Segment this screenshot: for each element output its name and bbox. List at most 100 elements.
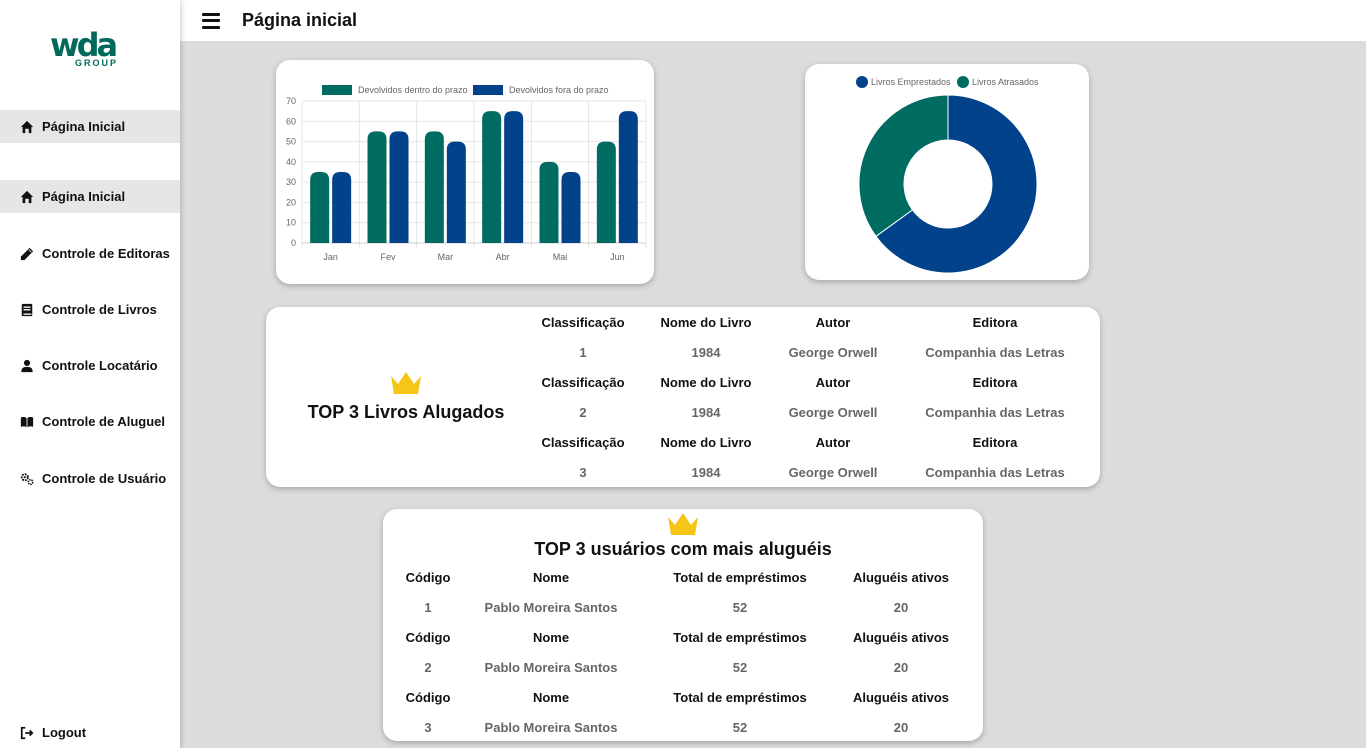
sidebar-item-home[interactable]: Página Inicial xyxy=(0,180,180,213)
table-header-cell: Classificação xyxy=(541,375,625,390)
table-cell: George Orwell xyxy=(788,345,878,360)
bar-chart: 0 10 20 30 40 50 60 70 Jan Fev Mar Abr Mai Jun Devolvi… xyxy=(286,85,647,262)
legend-swatch xyxy=(473,85,503,95)
bar[interactable] xyxy=(596,141,616,243)
sidebar-item-label: Controle de Usuário xyxy=(42,471,167,486)
bar[interactable] xyxy=(424,131,444,243)
top-users-card: TOP 3 usuários com mais aluguéis Código N… xyxy=(383,509,983,741)
y-tick-label: 40 xyxy=(286,157,296,167)
crown-icon xyxy=(391,372,421,394)
bar[interactable] xyxy=(332,172,352,243)
logo: wda GROUP xyxy=(50,29,130,70)
y-tick-label: 30 xyxy=(286,177,296,187)
table-cell: 52 xyxy=(732,600,748,615)
y-tick-label: 70 xyxy=(286,96,296,106)
top-books-card: TOP 3 Livros Alugados Classificação Nome … xyxy=(266,307,1100,487)
donut-slice[interactable] xyxy=(858,94,949,238)
table-header-cell: Editora xyxy=(972,375,1018,390)
home-icon xyxy=(20,120,34,133)
bar-chart-card: 0 10 20 30 40 50 60 70 Jan Fev Mar Abr Mai Jun Devolvi… xyxy=(276,60,654,284)
crown-icon xyxy=(668,513,698,535)
top-bar: Página inicial xyxy=(180,0,1366,41)
legend-swatch xyxy=(856,76,868,88)
table-header-cell: Classificação xyxy=(541,435,625,450)
table-header-cell: Nome xyxy=(532,570,570,585)
x-tick-label: Mai xyxy=(553,252,568,262)
table-cell: Pablo Moreira Santos xyxy=(484,660,618,675)
sidebar-item-label: Controle de Aluguel xyxy=(42,414,166,429)
user-icon xyxy=(21,359,33,372)
sidebar-item-books[interactable]: Controle de Livros xyxy=(0,293,180,326)
bar[interactable] xyxy=(561,172,581,243)
open-book-icon xyxy=(20,416,34,427)
y-tick-label: 10 xyxy=(286,218,296,228)
table-header-cell: Código xyxy=(405,690,451,705)
donut-chart-card: Livros Emprestados Livros Atrasados xyxy=(805,64,1089,280)
top-books-title: TOP 3 Livros Alugados xyxy=(307,402,505,422)
legend-label: Devolvidos fora do prazo xyxy=(509,85,609,95)
table-cell: 2 xyxy=(424,660,432,675)
table-header-cell: Total de empréstimos xyxy=(673,630,807,645)
table-cell: George Orwell xyxy=(788,465,878,480)
bar[interactable] xyxy=(389,131,409,243)
table-cell: 1984 xyxy=(691,405,721,420)
x-tick-label: Mar xyxy=(438,252,454,262)
y-tick-label: 50 xyxy=(286,137,296,147)
donut-chart: Livros Emprestados Livros Atrasados xyxy=(856,76,1039,274)
table-cell: George Orwell xyxy=(788,405,878,420)
sidebar: wda GROUP Página Inicial Página Inicial … xyxy=(0,0,180,748)
logo-subtext: GROUP xyxy=(75,58,119,68)
table-cell: 1984 xyxy=(691,345,721,360)
legend-swatch xyxy=(322,85,352,95)
table-cell: Companhia das Letras xyxy=(925,405,1065,420)
table-header-cell: Aluguéis ativos xyxy=(852,630,950,645)
table-header-cell: Nome xyxy=(532,630,570,645)
table-header-cell: Código xyxy=(405,630,451,645)
sidebar-item-label: Página Inicial xyxy=(42,119,126,134)
logout-button[interactable]: Logout xyxy=(0,716,180,748)
bar[interactable] xyxy=(310,172,330,243)
bar[interactable] xyxy=(539,161,559,243)
sidebar-item-publishers[interactable]: Controle de Editoras xyxy=(0,237,180,270)
table-cell: 20 xyxy=(893,720,909,735)
table-cell: Companhia das Letras xyxy=(925,345,1065,360)
x-tick-label: Jun xyxy=(610,252,625,262)
sidebar-item-label: Controle de Livros xyxy=(42,302,157,317)
table-cell: 52 xyxy=(732,720,748,735)
table-header-cell: Código xyxy=(405,570,451,585)
home-icon xyxy=(20,190,34,203)
sidebar-item-rental[interactable]: Controle de Aluguel xyxy=(0,405,180,438)
bar[interactable] xyxy=(618,111,638,243)
table-cell: 20 xyxy=(893,600,909,615)
sidebar-item-users[interactable]: Controle de Usuário xyxy=(0,462,180,495)
menu-toggle-icon[interactable] xyxy=(202,12,220,29)
table-header-cell: Editora xyxy=(972,315,1018,330)
sidebar-item-tenant[interactable]: Controle Locatário xyxy=(0,349,180,382)
x-tick-label: Abr xyxy=(496,252,510,262)
table-header-cell: Classificação xyxy=(541,315,625,330)
bar[interactable] xyxy=(367,131,387,243)
table-header-cell: Nome do Livro xyxy=(660,435,752,450)
legend-swatch xyxy=(957,76,969,88)
bar[interactable] xyxy=(504,111,524,243)
table-cell: 52 xyxy=(732,660,748,675)
table-cell: 20 xyxy=(893,660,909,675)
table-cell: 1 xyxy=(579,345,587,360)
table-header-cell: Autor xyxy=(815,375,851,390)
table-cell: 3 xyxy=(424,720,432,735)
sidebar-item-label: Controle de Editoras xyxy=(42,246,170,261)
book-icon xyxy=(21,303,33,316)
bar[interactable] xyxy=(446,141,466,243)
bar[interactable] xyxy=(482,111,502,243)
table-cell: 3 xyxy=(579,465,587,480)
legend-label: Livros Atrasados xyxy=(972,77,1039,87)
sidebar-item-home-top[interactable]: Página Inicial xyxy=(0,110,180,143)
table-header-cell: Autor xyxy=(815,435,851,450)
table-header-cell: Aluguéis ativos xyxy=(852,690,950,705)
table-header-cell: Nome xyxy=(532,690,570,705)
table-header-cell: Nome do Livro xyxy=(660,315,752,330)
table-cell: Companhia das Letras xyxy=(925,465,1065,480)
table-cell: Pablo Moreira Santos xyxy=(484,600,618,615)
sidebar-item-label: Página Inicial xyxy=(42,189,126,204)
x-tick-label: Jan xyxy=(323,252,338,262)
